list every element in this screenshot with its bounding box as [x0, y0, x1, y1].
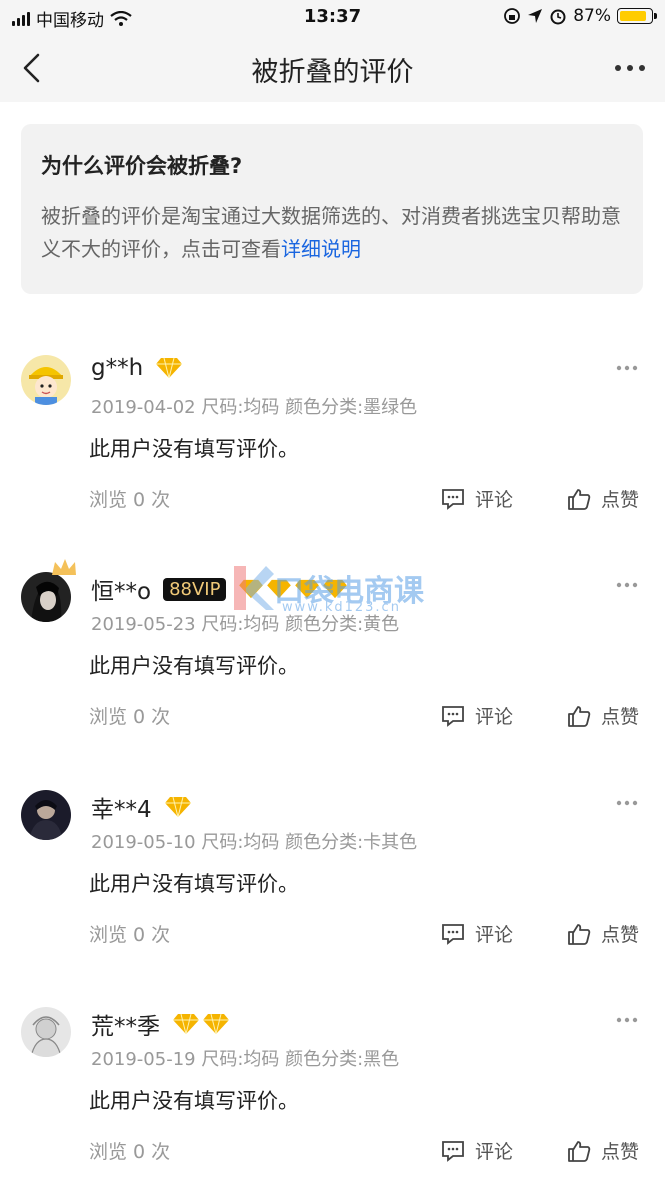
fold-info-card: 为什么评价会被折叠? 被折叠的评价是淘宝通过大数据筛选的、对消费者挑选宝贝帮助意…: [21, 124, 643, 294]
battery-percent: 87%: [573, 6, 611, 26]
status-bar: 中国移动 13:37 87%: [0, 0, 665, 34]
view-count: 浏览 0 次: [89, 1141, 171, 1163]
comment-label: 评论: [475, 1141, 514, 1163]
comment-label: 评论: [475, 706, 514, 728]
username: g**h: [91, 355, 144, 381]
view-count: 浏览 0 次: [89, 924, 171, 946]
info-text: 被折叠的评价是淘宝通过大数据筛选的、对消费者挑选宝贝帮助意义不大的评价，点击可查…: [41, 200, 623, 266]
more-icon[interactable]: [616, 798, 638, 808]
avatar[interactable]: [21, 572, 71, 622]
like-button[interactable]: 点赞: [567, 702, 639, 729]
diamond-icon: [156, 357, 183, 379]
rotation-lock-icon: [504, 8, 521, 24]
comment-icon: [442, 923, 464, 945]
like-button[interactable]: 点赞: [567, 920, 639, 947]
like-label: 点赞: [601, 706, 640, 728]
comment-icon: [442, 705, 464, 727]
review-meta: 2019-05-19 尺码:均码 颜色分类:黑色: [91, 1049, 400, 1070]
level-badge: [164, 796, 192, 818]
watermark-logo-icon: [234, 566, 274, 610]
location-icon: [528, 9, 543, 23]
view-count: 浏览 0 次: [89, 489, 171, 511]
comment-icon: [442, 1140, 464, 1162]
comment-button[interactable]: 评论: [441, 920, 513, 947]
more-icon[interactable]: [613, 56, 647, 80]
info-title: 为什么评价会被折叠?: [41, 154, 243, 178]
vip-badge: 88VIP: [163, 577, 227, 601]
comment-button[interactable]: 评论: [441, 485, 513, 512]
review-content: 此用户没有填写评价。: [89, 1089, 299, 1113]
comment-label: 评论: [475, 924, 514, 946]
comment-label: 评论: [475, 489, 514, 511]
like-button[interactable]: 点赞: [567, 1137, 639, 1164]
comment-button[interactable]: 评论: [441, 702, 513, 729]
review-content: 此用户没有填写评价。: [89, 654, 299, 678]
level-badge: [155, 357, 183, 379]
avatar[interactable]: [21, 355, 71, 405]
comment-icon: [442, 488, 464, 510]
like-label: 点赞: [601, 924, 640, 946]
diamond-icon: [203, 1013, 229, 1035]
review-item: 荒**季 2019-05-19 尺码:均码 颜色分类:黑色 此用户没有填写评价。…: [0, 997, 665, 1187]
more-icon[interactable]: [616, 1015, 638, 1025]
username: 幸**4: [91, 797, 152, 823]
crown-icon: [52, 559, 76, 575]
comment-button[interactable]: 评论: [441, 1137, 513, 1164]
review-item: 幸**4 2019-05-10 尺码:均码 颜色分类:卡其色 此用户没有填写评价…: [0, 780, 665, 970]
avatar[interactable]: [21, 1007, 71, 1057]
battery-icon: [617, 8, 657, 24]
details-link[interactable]: 详细说明: [281, 237, 361, 261]
username: 恒**o: [91, 579, 152, 605]
diamond-icon: [173, 1013, 199, 1035]
level-badge: [172, 1013, 230, 1035]
thumbs-up-icon: [568, 1140, 591, 1162]
review-content: 此用户没有填写评价。: [89, 872, 299, 896]
page-title: 被折叠的评价: [251, 57, 414, 88]
diamond-icon: [164, 796, 191, 818]
alarm-icon: [550, 9, 566, 25]
avatar[interactable]: [21, 790, 71, 840]
more-icon[interactable]: [616, 580, 638, 590]
review-meta: 2019-05-10 尺码:均码 颜色分类:卡其色: [91, 832, 418, 853]
thumbs-up-icon: [568, 488, 591, 510]
review-content: 此用户没有填写评价。: [89, 437, 299, 461]
nav-bar: 被折叠的评价: [0, 34, 665, 102]
review-item: g**h 2019-04-02 尺码:均码 颜色分类:墨绿色 此用户没有填写评价…: [0, 345, 665, 535]
review-meta: 2019-04-02 尺码:均码 颜色分类:墨绿色: [91, 397, 418, 418]
thumbs-up-icon: [568, 705, 591, 727]
like-label: 点赞: [601, 1141, 640, 1163]
more-icon[interactable]: [616, 363, 638, 373]
view-count: 浏览 0 次: [89, 706, 171, 728]
like-label: 点赞: [601, 489, 640, 511]
like-button[interactable]: 点赞: [567, 485, 639, 512]
thumbs-up-icon: [568, 923, 591, 945]
username: 荒**季: [91, 1014, 160, 1040]
watermark-url: www.kd123.cn: [282, 600, 401, 615]
watermark: 口袋电商课 www.kd123.cn: [230, 562, 424, 615]
